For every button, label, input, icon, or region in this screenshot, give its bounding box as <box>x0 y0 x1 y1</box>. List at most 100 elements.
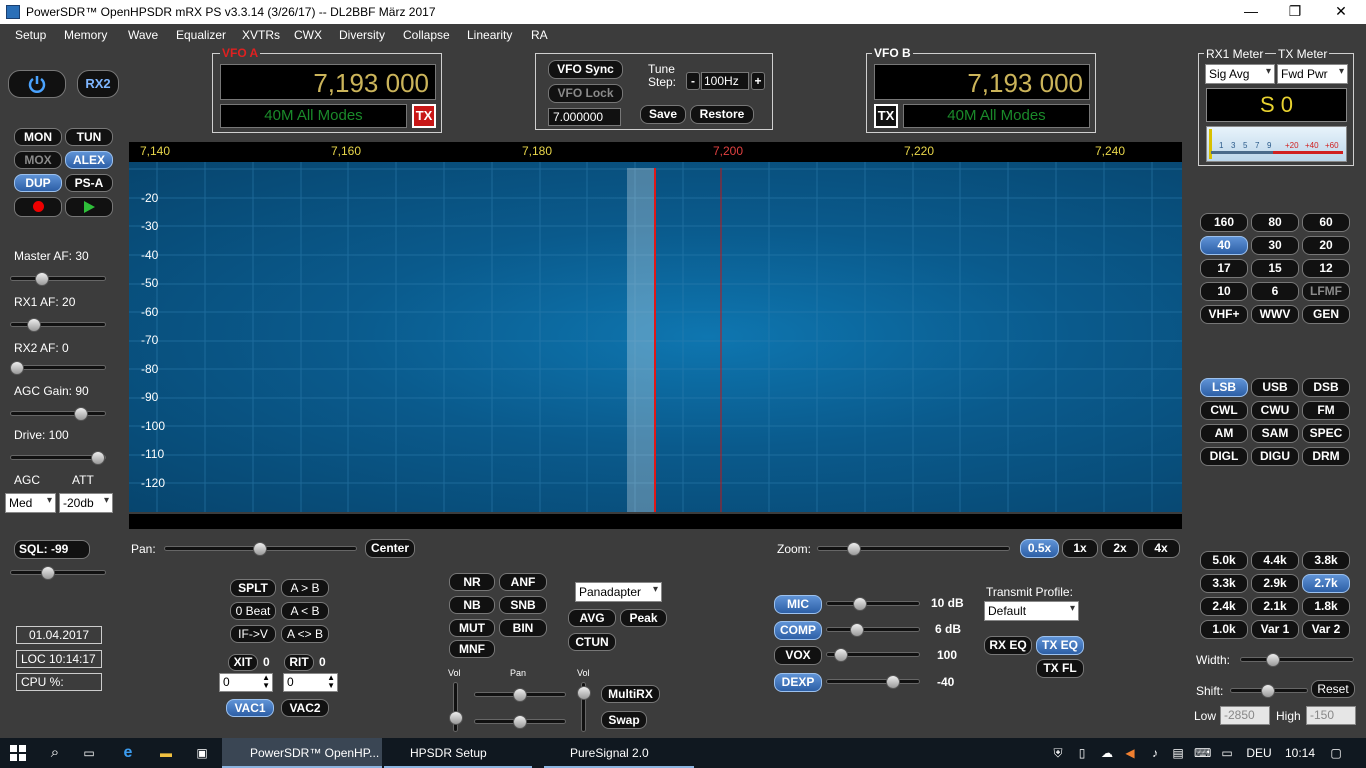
display-mode-select[interactable]: Panadapter ▾ <box>575 582 662 602</box>
band-20-button[interactable]: 20 <box>1302 236 1350 255</box>
cloud-icon[interactable]: ☁ <box>1098 738 1116 768</box>
rx-eq-button[interactable]: RX EQ <box>984 636 1032 655</box>
menu-memory[interactable]: Memory <box>64 28 107 42</box>
mox-button[interactable]: MOX <box>14 151 62 169</box>
filter-2-1k-button[interactable]: 2.1k <box>1251 597 1299 616</box>
band-40-button[interactable]: 40 <box>1200 236 1248 255</box>
vfo-lock-button[interactable]: VFO Lock <box>548 84 623 103</box>
shift-reset-button[interactable]: Reset <box>1311 680 1355 698</box>
mode-digu-button[interactable]: DIGU <box>1251 447 1299 466</box>
alex-button[interactable]: ALEX <box>65 151 113 169</box>
comp-button[interactable]: COMP <box>774 621 822 640</box>
band-6-button[interactable]: 6 <box>1251 282 1299 301</box>
filter-4-4k-button[interactable]: 4.4k <box>1251 551 1299 570</box>
att-select[interactable]: -20db ▾ <box>59 493 113 513</box>
tx-eq-button[interactable]: TX EQ <box>1036 636 1084 655</box>
nr-button[interactable]: NR <box>449 573 495 591</box>
split-button[interactable]: SPLT <box>230 579 276 597</box>
edge-icon[interactable]: e <box>116 738 140 768</box>
record-button[interactable] <box>14 197 62 217</box>
swap-ab-button[interactable]: A <> B <box>281 625 329 643</box>
band-lfmf-button[interactable]: LFMF <box>1302 282 1350 301</box>
notifications-icon[interactable]: ▢ <box>1324 738 1348 768</box>
zoom-4x-button[interactable]: 4x <box>1142 539 1180 558</box>
filter-3-8k-button[interactable]: 3.8k <box>1302 551 1350 570</box>
anf-button[interactable]: ANF <box>499 573 547 591</box>
width-thumb[interactable] <box>1266 653 1280 667</box>
shield-icon[interactable]: ⛨ <box>1050 738 1066 768</box>
band-wwv-button[interactable]: WWV <box>1251 305 1299 324</box>
agc-gain-track[interactable] <box>10 411 106 416</box>
filter-2-9k-button[interactable]: 2.9k <box>1251 574 1299 593</box>
tun-button[interactable]: TUN <box>65 128 113 146</box>
dexp-thumb[interactable] <box>886 675 900 689</box>
band-12-button[interactable]: 12 <box>1302 259 1350 278</box>
vox-button[interactable]: VOX <box>774 646 822 665</box>
vfo-a-frequency[interactable]: 7,193 000 <box>220 64 436 100</box>
mode-cwl-button[interactable]: CWL <box>1200 401 1248 420</box>
multirx-button[interactable]: MultiRX <box>601 685 660 703</box>
ps-a-button[interactable]: PS-A <box>65 174 113 192</box>
dexp-button[interactable]: DEXP <box>774 673 822 692</box>
tx-fl-button[interactable]: TX FL <box>1036 659 1084 678</box>
band-vhf-button[interactable]: VHF+ <box>1200 305 1248 324</box>
panadapter-display[interactable]: -20 -30 -40 -50 -60 -70 -80 -90 -100 -11… <box>129 162 1182 512</box>
shift-thumb[interactable] <box>1261 684 1275 698</box>
speaker-icon[interactable]: ◀ <box>1122 738 1138 768</box>
pan-thumb[interactable] <box>253 542 267 556</box>
a-to-b-button[interactable]: A > B <box>281 579 329 597</box>
start-button[interactable] <box>0 738 36 768</box>
rx2-pan-thumb[interactable] <box>513 715 527 729</box>
maximize-button[interactable]: ❐ <box>1272 0 1318 24</box>
nb-button[interactable]: NB <box>449 596 495 614</box>
band-15-button[interactable]: 15 <box>1251 259 1299 278</box>
bin-button[interactable]: BIN <box>499 619 547 637</box>
comp-thumb[interactable] <box>850 623 864 637</box>
band-17-button[interactable]: 17 <box>1200 259 1248 278</box>
sql-button[interactable]: SQL: -99 <box>14 540 90 559</box>
filter-5-0k-button[interactable]: 5.0k <box>1200 551 1248 570</box>
mute-button[interactable]: MUT <box>449 619 495 637</box>
rx1-af-thumb[interactable] <box>27 318 41 332</box>
zero-beat-button[interactable]: 0 Beat <box>230 602 276 620</box>
rx2-af-track[interactable] <box>10 365 106 370</box>
close-button[interactable]: ✕ <box>1318 0 1364 24</box>
snb-button[interactable]: SNB <box>499 596 547 614</box>
minimize-button[interactable]: — <box>1228 0 1274 24</box>
swap-button[interactable]: Swap <box>601 711 647 729</box>
keyboard-icon[interactable]: ⌨ <box>1194 738 1211 768</box>
save-button[interactable]: Save <box>640 105 686 124</box>
xit-field[interactable]: 0 ▲ ▼ <box>219 673 273 692</box>
mon-button[interactable]: MON <box>14 128 62 146</box>
rx1-meter-select[interactable]: Sig Avg ▾ <box>1205 64 1275 84</box>
store-icon[interactable]: ▣ <box>190 738 214 768</box>
b-to-a-button[interactable]: A < B <box>281 602 329 620</box>
rx-vol-thumb[interactable] <box>449 711 463 725</box>
mode-spec-button[interactable]: SPEC <box>1302 424 1350 443</box>
xit-button[interactable]: XIT <box>228 654 258 671</box>
step-plus-button[interactable]: + <box>751 72 765 90</box>
menu-collapse[interactable]: Collapse <box>403 28 450 42</box>
mic-button[interactable]: MIC <box>774 595 822 614</box>
band-gen-button[interactable]: GEN <box>1302 305 1350 324</box>
menu-linearity[interactable]: Linearity <box>467 28 512 42</box>
if-to-v-button[interactable]: IF->V <box>230 625 276 643</box>
filter-2-7k-button[interactable]: 2.7k <box>1302 574 1350 593</box>
mode-dsb-button[interactable]: DSB <box>1302 378 1350 397</box>
zoom-track[interactable] <box>817 546 1010 551</box>
drive-thumb[interactable] <box>91 451 105 465</box>
vfo-freq-field[interactable]: 7.000000 <box>548 108 621 126</box>
taskbar-app-powersdr[interactable]: PowerSDR™ OpenHP... <box>222 738 382 768</box>
mode-sam-button[interactable]: SAM <box>1251 424 1299 443</box>
rx2-button[interactable]: RX2 <box>77 70 119 98</box>
rit-field[interactable]: 0 ▲ ▼ <box>283 673 338 692</box>
master-af-track[interactable] <box>10 276 106 281</box>
mode-cwu-button[interactable]: CWU <box>1251 401 1299 420</box>
usb-icon[interactable]: ▯ <box>1074 738 1090 768</box>
search-icon[interactable]: ⌕ <box>44 738 66 768</box>
band-80-button[interactable]: 80 <box>1251 213 1299 232</box>
language-indicator[interactable]: DEU <box>1244 738 1274 768</box>
filter-1-8k-button[interactable]: 1.8k <box>1302 597 1350 616</box>
band-60-button[interactable]: 60 <box>1302 213 1350 232</box>
step-minus-button[interactable]: - <box>686 72 700 90</box>
